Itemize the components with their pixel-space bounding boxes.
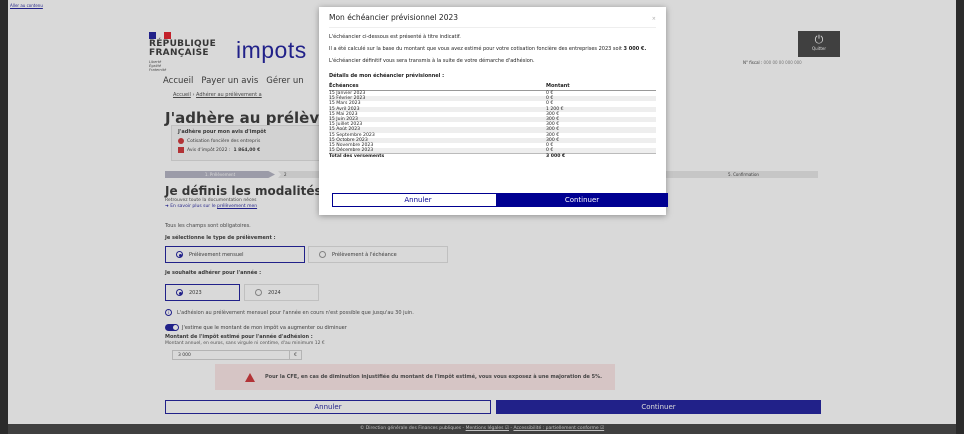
schedule-body: 15 Janvier 2023 0 €15 Février 2023 0 €15 M…: [329, 91, 656, 160]
close-icon[interactable]: ×: [652, 16, 656, 22]
modal-final-note: L'échéancier définitif vous sera transmi…: [329, 58, 535, 64]
schedule-table: Échéances Montant 15 Janvier 2023 0 €15 F…: [329, 82, 656, 160]
schedule-heading: Détails de mon échéancier prévisionnel :: [329, 73, 445, 79]
schedule-modal: Mon échéancier prévisionnel 2023 × L'éch…: [319, 7, 668, 215]
col-montant: Montant: [546, 82, 656, 91]
modal-cancel-button[interactable]: Annuler: [332, 193, 504, 207]
modal-continue-button[interactable]: Continuer: [496, 193, 668, 207]
schedule-total-value: 3 000 €: [546, 153, 656, 160]
schedule-header-row: Échéances Montant: [329, 82, 656, 91]
modal-title: Mon échéancier prévisionnel 2023: [329, 13, 656, 28]
window-frame-right: [956, 0, 964, 434]
window-frame-left: [0, 0, 8, 434]
modal-intro: L'échéancier ci-dessous est présenté à t…: [329, 34, 461, 40]
modal-calc-text: Il a été calculé sur la base du montant …: [329, 46, 624, 52]
col-echeances: Échéances: [329, 82, 546, 91]
page: Aller au contenu RÉPUBLIQUE FRANÇAISE Li…: [8, 0, 956, 434]
schedule-total-label: Total des versements: [329, 153, 546, 160]
schedule-total-row: Total des versements 3 000 €: [329, 153, 656, 160]
modal-calc: Il a été calculé sur la base du montant …: [329, 46, 656, 52]
modal-calc-amount: 3 000 €.: [623, 46, 647, 52]
